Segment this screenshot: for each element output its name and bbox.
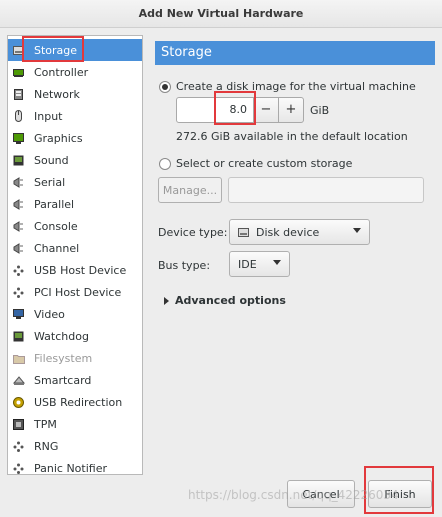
sidebar-item-label: Video: [34, 307, 65, 321]
sidebar-item-video[interactable]: Video: [8, 303, 142, 325]
create-disk-option[interactable]: Create a disk image for the virtual mach…: [159, 80, 416, 93]
serial-icon: [12, 176, 25, 188]
disk-size-input[interactable]: 8.0: [176, 97, 254, 123]
sidebar-item-smartcard[interactable]: Smartcard: [8, 369, 142, 391]
network-icon: [12, 88, 25, 100]
sidebar-item-usb-redirection[interactable]: USB Redirection: [8, 391, 142, 413]
advanced-options-label: Advanced options: [175, 294, 286, 307]
sidebar-item-label: Console: [34, 219, 78, 233]
sidebar-item-label: Parallel: [34, 197, 75, 211]
video-icon: [12, 308, 25, 320]
create-disk-label: Create a disk image for the virtual mach…: [176, 80, 416, 93]
sidebar-item-panic-notifier[interactable]: Panic Notifier: [8, 457, 142, 479]
sidebar-item-tpm[interactable]: TPM: [8, 413, 142, 435]
sidebar-item-channel[interactable]: Channel: [8, 237, 142, 259]
sidebar-item-label: Smartcard: [34, 373, 92, 387]
sidebar-item-label: Graphics: [34, 131, 83, 145]
sidebar-item-storage[interactable]: Storage: [8, 39, 142, 61]
sidebar-item-label: PCI Host Device: [34, 285, 122, 299]
sidebar-item-label: USB Redirection: [34, 395, 123, 409]
sidebar-item-sound[interactable]: Sound: [8, 149, 142, 171]
watchdog-icon: [12, 330, 25, 342]
sidebar-item-usb-host-device[interactable]: USB Host Device: [8, 259, 142, 281]
usb-icon: [12, 264, 25, 276]
tpm-icon: [12, 418, 25, 430]
graphics-icon: [12, 132, 25, 144]
sidebar-item-label: Controller: [34, 65, 89, 79]
usb-redirection-icon: [12, 396, 25, 408]
sidebar-item-label: Channel: [34, 241, 80, 255]
available-space-text: 272.6 GiB available in the default locat…: [176, 130, 408, 143]
sidebar-item-label: RNG: [34, 439, 59, 453]
controller-icon: [12, 66, 25, 78]
sidebar-item-parallel[interactable]: Parallel: [8, 193, 142, 215]
storage-icon: [12, 44, 25, 56]
decrease-size-button[interactable]: −: [253, 97, 279, 123]
sidebar-item-label: Network: [34, 87, 80, 101]
device-type-select[interactable]: Disk device: [229, 219, 370, 245]
custom-storage-path-input[interactable]: [228, 177, 424, 203]
custom-storage-option[interactable]: Select or create custom storage: [159, 157, 352, 170]
sidebar-item-watchdog[interactable]: Watchdog: [8, 325, 142, 347]
size-unit-label: GiB: [310, 104, 330, 117]
pci-icon: [12, 286, 25, 298]
sidebar-item-label: Serial: [34, 175, 66, 189]
sidebar-item-pci-host-device[interactable]: PCI Host Device: [8, 281, 142, 303]
sidebar-item-label: Sound: [34, 153, 69, 167]
manage-button[interactable]: Manage...: [158, 177, 222, 203]
device-type-label: Device type:: [158, 226, 228, 239]
channel-icon: [12, 242, 25, 254]
sidebar-item-graphics[interactable]: Graphics: [8, 127, 142, 149]
watermark-text: https://blog.csdn.net/qq_42226034: [188, 488, 399, 502]
mouse-icon: [12, 110, 25, 122]
chevron-down-icon: [353, 228, 361, 233]
bus-type-label: Bus type:: [158, 259, 211, 272]
sound-icon: [12, 154, 25, 166]
sidebar-item-label: Watchdog: [34, 329, 89, 343]
bus-type-select[interactable]: IDE: [229, 251, 290, 277]
sidebar-item-serial[interactable]: Serial: [8, 171, 142, 193]
sidebar-item-network[interactable]: Network: [8, 83, 142, 105]
sidebar-item-input[interactable]: Input: [8, 105, 142, 127]
sidebar-item-console[interactable]: Console: [8, 215, 142, 237]
console-icon: [12, 220, 25, 232]
device-type-value: Disk device: [256, 225, 320, 239]
sidebar-item-label: Panic Notifier: [34, 461, 107, 475]
chevron-down-icon: [273, 260, 281, 265]
sidebar-item-rng[interactable]: RNG: [8, 435, 142, 457]
sidebar-item-label: USB Host Device: [34, 263, 127, 277]
sidebar-item-label: Input: [34, 109, 63, 123]
custom-storage-label: Select or create custom storage: [176, 157, 353, 170]
panic-icon: [12, 462, 25, 474]
hardware-type-list[interactable]: Storage Controller Network Input Graphic…: [7, 35, 143, 475]
increase-size-button[interactable]: +: [278, 97, 304, 123]
custom-storage-radio[interactable]: [159, 157, 171, 170]
advanced-options-expander[interactable]: Advanced options: [164, 294, 286, 307]
sidebar-item-label: TPM: [34, 417, 57, 431]
panel-title: Storage: [155, 41, 435, 65]
sidebar-item-filesystem: Filesystem: [8, 347, 142, 369]
expander-arrow-icon: [164, 296, 169, 305]
bus-type-value: IDE: [238, 257, 257, 271]
sidebar-item-label: Storage: [34, 43, 78, 57]
sidebar-item-controller[interactable]: Controller: [8, 61, 142, 83]
window-title: Add New Virtual Hardware: [0, 0, 442, 28]
rng-icon: [12, 440, 25, 452]
smartcard-icon: [12, 374, 25, 386]
parallel-icon: [12, 198, 25, 210]
disk-device-icon: [238, 227, 249, 238]
create-disk-radio[interactable]: [159, 80, 171, 93]
folder-icon: [12, 352, 25, 364]
sidebar-item-label: Filesystem: [34, 351, 93, 365]
